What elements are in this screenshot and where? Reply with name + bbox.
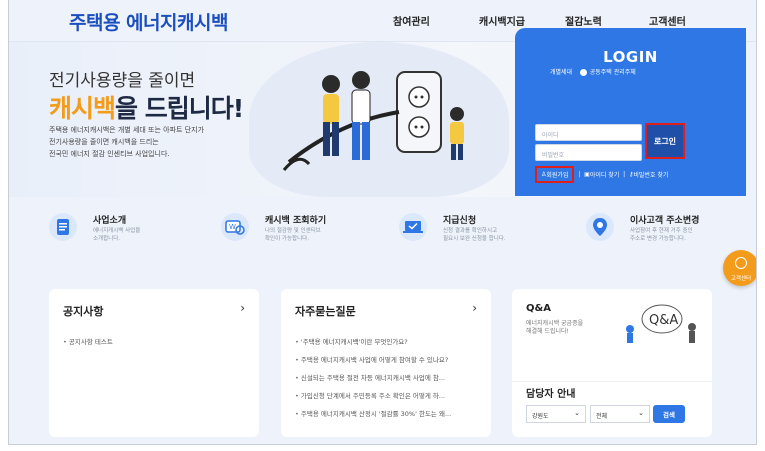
service-desc-line: 에너지캐시백 사업을: [93, 228, 141, 234]
find-password-link[interactable]: ⚷ 비밀번호 찾기: [629, 170, 668, 179]
radio-individual-label[interactable]: 개별세대: [550, 69, 572, 76]
faq-item[interactable]: 신설되는 주택용 절전 차등 에너지캐시백 사업에 참...: [295, 372, 445, 382]
qa-desc-line: 해결해 드립니다!: [526, 328, 569, 335]
family-plug-illustration: [282, 71, 464, 171]
password-input[interactable]: 비밀번호: [535, 144, 642, 161]
service-desc-line: 확인이 가능합니다.: [265, 236, 309, 242]
faq-card: 자주묻는질문 › '주택용 에너지캐시백'이란 무엇인가요? 주택용 에너지캐시…: [281, 289, 491, 437]
join-button[interactable]: ♙ 회원가입: [535, 166, 575, 183]
svg-text:Q&A: Q&A: [649, 313, 678, 328]
qa-manager-card: Q&A 에너지캐시백 궁금증을 해결해 드립니다! Q&A 담당자 안내 강원도 ⌄…: [512, 289, 712, 437]
region-value: 강원도: [532, 413, 549, 420]
service-desc: 에너지캐시백 사업을소개합니다.: [93, 227, 140, 243]
won-search-icon: W: [221, 213, 249, 241]
notice-item[interactable]: 공지사항 테스트: [63, 336, 113, 346]
service-desc-line: 소개합니다.: [93, 236, 121, 242]
hero-highlight: 캐시백: [49, 94, 116, 123]
qa-title[interactable]: Q&A: [526, 303, 551, 314]
search-button[interactable]: 검색: [653, 405, 685, 423]
service-desc: 신청 결과를 확인하시고필요시 보완 신청을 합니다.: [443, 227, 506, 243]
radio-apartment-manager[interactable]: [579, 69, 587, 76]
faq-item[interactable]: '주택용 에너지캐시백'이란 무엇인가요?: [295, 336, 408, 346]
bottom-section: 공지사항 › 공지사항 테스트 자주묻는질문 › '주택용 에너지캐시백'이란 …: [9, 265, 756, 444]
hero-desc-line: 주택용 에너지캐시백은 개별 세대 또는 아파트 단지가: [49, 126, 205, 134]
service-shortcuts: 사업소개 에너지캐시백 사업을소개합니다. W 캐시백 조회하기 나의 절감량 …: [9, 197, 756, 257]
nav-customer-center[interactable]: 고객센터: [649, 13, 686, 28]
chevron-right-icon[interactable]: ›: [472, 301, 477, 315]
find-id-link[interactable]: ▣ 아이디 찾기: [584, 170, 619, 179]
site-logo[interactable]: 주택용 에너지캐시백: [69, 8, 228, 35]
faq-item[interactable]: 주택용 에너지캐시백 산정시 '절감률 30%' 한도는 왜...: [295, 408, 451, 418]
customer-center-float-button[interactable]: 고객센터: [723, 250, 756, 286]
hero-description: 주택용 에너지캐시백은 개별 세대 또는 아파트 단지가 전기사용량을 줄이면 …: [49, 124, 204, 160]
nav-saving-effort[interactable]: 절감노력: [565, 13, 602, 28]
hero-headline-1: 전기사용량을 줄이면: [49, 71, 196, 91]
divider: [512, 381, 712, 382]
hero-desc-line: 전기사용량을 줄이면 캐시백을 드리는: [49, 138, 159, 146]
region-select[interactable]: 강원도 ⌄: [526, 405, 586, 423]
service-title: 이사고객 주소변경: [630, 216, 700, 226]
service-title: 사업소개: [93, 216, 127, 226]
chevron-right-icon[interactable]: ›: [240, 301, 245, 315]
find-password-label: 비밀번호 찾기: [633, 172, 669, 179]
hero-headline-2: 캐시백을 드립니다!: [49, 89, 244, 125]
type-value: 전체: [596, 413, 608, 420]
chevron-down-icon: ⌄: [574, 409, 580, 417]
login-panel: LOGIN 개별세대 공동주택 관리주체 아이디 비밀번호 로그인 ♙ 회원가입…: [515, 28, 746, 222]
service-desc: 사업참여 후 현재 거주 중인주소로 변경 가능합니다.: [630, 227, 693, 243]
find-id-label: 아이디 찾기: [589, 172, 620, 179]
login-links: ♙ 회원가입 | ▣ 아이디 찾기 | ⚷ 비밀번호 찾기: [535, 166, 668, 183]
id-input[interactable]: 아이디: [535, 124, 642, 141]
service-desc-line: 신청 결과를 확인하시고: [443, 228, 498, 234]
headset-icon: [735, 257, 747, 269]
hero-headline-rest: 을 드립니다!: [115, 94, 244, 123]
faq-item[interactable]: 주택용 에너지캐시백 사업에 어떻게 참여할 수 있나요?: [295, 354, 448, 364]
qa-bubble-icon: Q&A: [626, 304, 696, 343]
qa-desc-line: 에너지캐시백 궁금증을: [526, 320, 584, 327]
nav-participation[interactable]: 참여관리: [393, 13, 430, 28]
qa-desc: 에너지캐시백 궁금증을 해결해 드립니다!: [526, 320, 583, 336]
service-desc: 나의 절감량 및 인센티브확인이 가능합니다.: [265, 227, 321, 243]
radio-apartment-manager-label[interactable]: 공동주택 관리주체: [590, 69, 636, 76]
service-desc-line: 필요시 보완 신청을 합니다.: [443, 236, 506, 242]
laptop-check-icon: [399, 213, 427, 241]
service-desc-line: 사업참여 후 현재 거주 중인: [630, 228, 693, 234]
page-frame: 주택용 에너지캐시백 참여관리 캐시백지급 절감노력 고객센터 전기사용량을 줄…: [8, 0, 757, 445]
member-type-radio-group: 개별세대 공동주택 관리주체: [550, 67, 636, 222]
login-title: LOGIN: [603, 48, 658, 66]
join-label: 회원가입: [546, 172, 569, 179]
manager-title: 담당자 안내: [526, 389, 576, 400]
login-button[interactable]: 로그인: [645, 123, 685, 159]
faq-title[interactable]: 자주묻는질문: [295, 303, 356, 319]
chevron-down-icon: ⌄: [638, 409, 644, 417]
notice-card: 공지사항 › 공지사항 테스트: [49, 289, 259, 437]
svg-text:W: W: [229, 223, 236, 231]
location-pin-icon: [586, 213, 614, 241]
document-icon: [49, 213, 77, 241]
service-desc-line: 나의 절감량 및 인센티브: [265, 228, 321, 234]
float-label: 고객센터: [730, 276, 752, 282]
type-select[interactable]: 전체 ⌄: [590, 405, 650, 423]
hero-desc-line: 전국민 에너지 절감 인센티브 사업입니다.: [49, 150, 170, 158]
nav-cashback-payment[interactable]: 캐시백지급: [479, 13, 525, 28]
service-title: 캐시백 조회하기: [265, 216, 327, 226]
service-desc-line: 주소로 변경 가능합니다.: [630, 236, 686, 242]
service-title: 지급신청: [443, 216, 477, 226]
notice-title[interactable]: 공지사항: [63, 303, 103, 319]
faq-item[interactable]: 가입신청 단계에서 주민등록 주소 확인은 어떻게 하...: [295, 390, 445, 400]
